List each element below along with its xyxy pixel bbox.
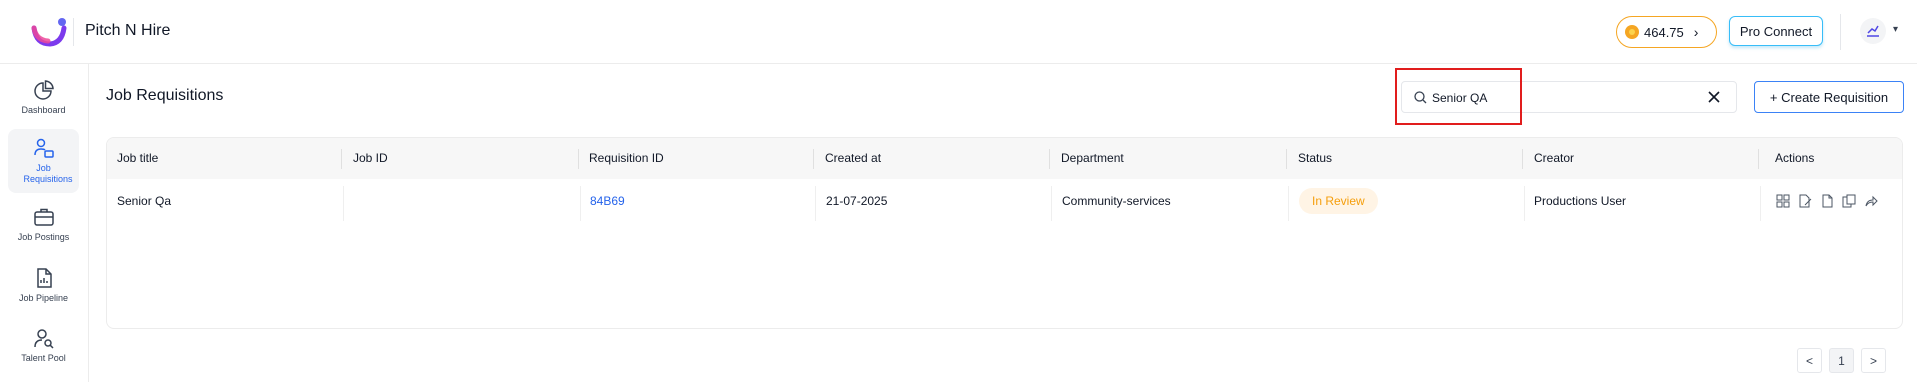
user-search-icon [33,329,54,349]
cell-divider [1051,186,1052,221]
sidebar-item-dashboard[interactable]: Dashboard [8,79,79,131]
column-header[interactable]: Job title [117,151,158,165]
cell-job-title: Senior Qa [117,194,172,208]
duplicate-icon[interactable] [1842,194,1856,208]
column-divider [341,149,342,169]
app-brand[interactable]: Pitch N Hire [85,22,170,40]
cell-divider [815,186,816,221]
column-header[interactable]: Created at [825,151,881,165]
brand-divider [73,18,74,46]
view-grid-icon[interactable] [1776,194,1790,208]
cell-divider [343,186,344,221]
column-divider [578,149,579,169]
credits-value: 464.75 [1644,24,1684,40]
logo-icon[interactable] [28,16,68,48]
edit-icon[interactable] [1798,194,1812,208]
pro-connect-button[interactable]: Pro Connect [1729,16,1823,46]
column-divider [1758,149,1759,169]
sidebar-item-label: Talent Pool [21,353,66,363]
page-title: Job Requisitions [106,87,224,104]
chevron-right-icon: › [1693,24,1699,40]
cell-creator: Productions User [1534,194,1627,208]
column-header[interactable]: Job ID [353,151,388,165]
sidebar-item-job-pipeline[interactable]: Job Pipeline [8,267,79,319]
column-header[interactable]: Status [1298,151,1332,165]
chevron-down-icon[interactable]: ▾ [1893,24,1898,35]
user-avatar-icon [1867,25,1879,37]
cell-divider [1524,186,1525,221]
credits-button[interactable]: 464.75 › [1616,16,1717,48]
share-icon[interactable] [1864,194,1878,208]
column-divider [1522,149,1523,169]
status-badge: In Review [1299,188,1378,214]
cell-department: Community-services [1062,194,1171,208]
pagination-page-1[interactable]: 1 [1829,348,1854,373]
sidebar-item-label: Dashboard [21,105,66,115]
cell-created-at: 21-07-2025 [826,194,888,208]
column-divider [1049,149,1050,169]
column-header[interactable]: Requisition ID [589,151,664,165]
header-divider [1840,14,1841,50]
sidebar-item-label: Job Postings [17,232,70,242]
cell-requisition-id-link[interactable]: 84B69 [590,194,625,208]
sidebar-item-label: Job Pipeline [18,293,69,303]
sidebar-item-talent-pool[interactable]: Talent Pool [8,327,79,379]
column-header: Actions [1775,151,1815,165]
column-divider [813,149,814,169]
cell-divider [1288,186,1289,221]
search-highlight-box [1395,68,1522,125]
row-actions [1776,194,1878,208]
close-icon[interactable] [1707,90,1721,104]
column-header[interactable]: Department [1061,151,1124,165]
briefcase-icon [33,208,54,226]
sidebar-item-job-postings[interactable]: Job Postings [8,206,79,258]
top-header: Pitch N Hire 464.75 › Pro Connect ▾ [0,0,1917,64]
pie-chart-icon [33,80,54,100]
create-requisition-button[interactable]: + Create Requisition [1754,81,1904,113]
sidebar-item-label: Job Requisitions [23,163,73,184]
cell-divider [580,186,581,221]
sidebar-item-job-requisitions[interactable]: Job Requisitions [8,129,79,193]
table-row[interactable]: Senior Qa 84B69 21-07-2025 Community-ser… [107,179,1902,222]
sidebar: Dashboard Job Requisitions Job Postings … [0,64,89,382]
requisitions-table: Job title Job ID Requisition ID Created … [106,137,1903,329]
avatar[interactable] [1860,18,1886,44]
table-header: Job title Job ID Requisition ID Created … [107,138,1902,179]
user-list-icon [33,138,54,158]
copy-icon[interactable] [1820,194,1834,208]
column-divider [1286,149,1287,169]
cell-divider [1760,186,1761,221]
column-header[interactable]: Creator [1534,151,1574,165]
coin-icon [1625,25,1639,39]
pagination-next-button[interactable]: > [1861,348,1886,373]
document-chart-icon [36,268,52,288]
pagination-prev-button[interactable]: < [1797,348,1822,373]
